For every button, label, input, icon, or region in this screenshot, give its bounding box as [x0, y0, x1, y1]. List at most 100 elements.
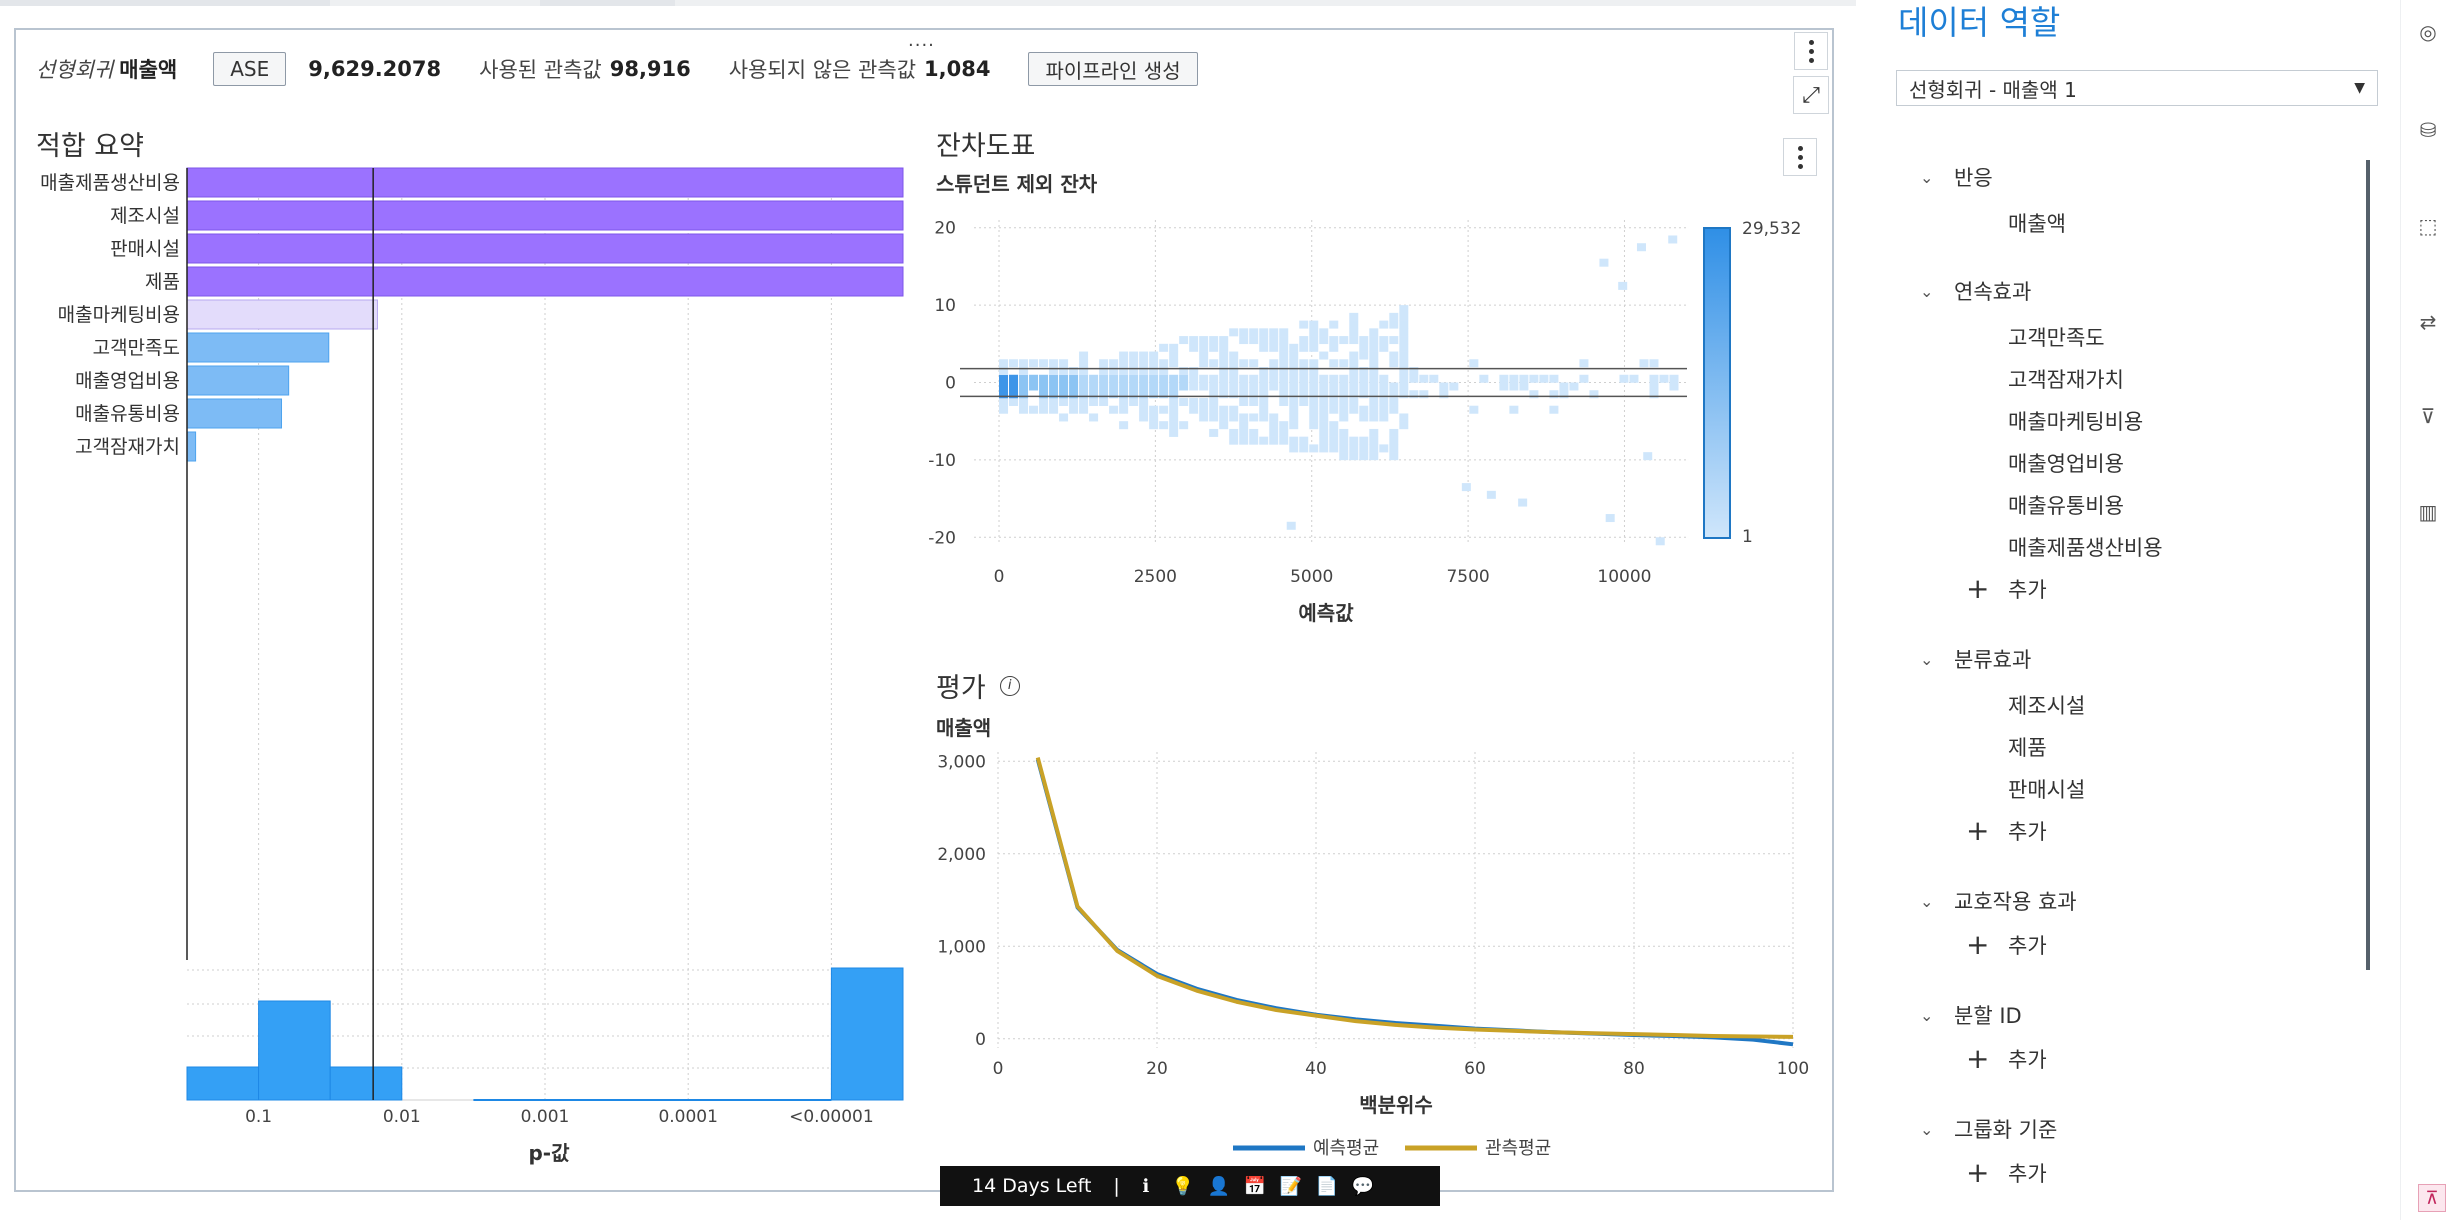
expand-icon[interactable]: ⤢	[1793, 76, 1829, 114]
chat-icon[interactable]: 💬	[1352, 1176, 1374, 1197]
role-item-continuous[interactable]: 매출마케팅비용	[1966, 406, 2143, 436]
add-classification-button[interactable]: + 추가	[1966, 816, 2047, 846]
section-partition[interactable]: ⌄ 분할 ID	[1920, 1000, 2022, 1030]
fit-bar[interactable]	[186, 167, 904, 198]
residual-x-tick: 7500	[1446, 567, 1489, 587]
residual-cell	[1139, 405, 1149, 414]
user-icon[interactable]: 👤	[1208, 1176, 1230, 1197]
palette-icon[interactable]: ◎	[2415, 20, 2441, 46]
section-label: 분할 ID	[1954, 1004, 2022, 1028]
pin-icon[interactable]: ⊼	[2418, 1184, 2446, 1212]
role-item-response[interactable]: 매출액	[1966, 208, 2066, 238]
residual-cell	[1259, 397, 1269, 406]
role-item-continuous[interactable]: 매출유통비용	[1966, 490, 2124, 520]
residual-cell	[1239, 436, 1249, 445]
residual-cell	[1259, 436, 1269, 445]
role-item-label: 매출유통비용	[2008, 494, 2124, 518]
residual-cell	[1389, 452, 1399, 461]
residual-cell	[1399, 374, 1409, 383]
histogram-bar[interactable]	[830, 967, 904, 1101]
residual-cell	[1279, 374, 1289, 383]
metric-button[interactable]: ASE	[213, 52, 287, 86]
fit-bar[interactable]	[186, 200, 904, 231]
fit-bar[interactable]	[186, 299, 378, 330]
residual-cell	[1179, 374, 1189, 383]
chevron-down-icon: ⌄	[1920, 167, 1934, 187]
fit-bar[interactable]	[186, 365, 290, 396]
role-item-label: 매출영업비용	[2008, 452, 2124, 476]
options-icon[interactable]: ⇄	[2415, 310, 2441, 336]
role-item-continuous[interactable]: 매출제품생산비용	[1966, 532, 2163, 562]
residual-cell	[1349, 351, 1359, 360]
fit-bar[interactable]	[186, 431, 197, 462]
section-classification[interactable]: ⌄ 분류효과	[1920, 644, 2031, 674]
info-icon[interactable]: i	[999, 675, 1020, 696]
select-icon[interactable]: ⬚	[2415, 214, 2441, 240]
add-groupby-button[interactable]: + 추가	[1966, 1158, 2047, 1188]
legend-label-predicted: 예측평균	[1313, 1138, 1379, 1159]
add-interaction-button[interactable]: + 추가	[1966, 930, 2047, 960]
pipeline-button[interactable]: 파이프라인 생성	[1028, 52, 1198, 86]
top-strip	[0, 0, 1856, 6]
info-icon[interactable]: ℹ	[1136, 1176, 1156, 1197]
drag-handle[interactable]: ....	[908, 30, 935, 51]
residual-cell	[1269, 343, 1279, 352]
object-menu-icon[interactable]	[1794, 32, 1828, 70]
role-item-continuous[interactable]: 고객만족도	[1966, 322, 2105, 352]
residual-cell	[1219, 382, 1229, 391]
role-item-classification[interactable]: 제조시설	[1966, 690, 2085, 720]
residual-cell	[1329, 320, 1339, 329]
fit-bar[interactable]	[186, 398, 283, 429]
residual-cell	[1249, 328, 1259, 337]
evaluation-title: 평가	[936, 673, 986, 704]
residual-cell	[1269, 374, 1279, 383]
role-item-classification[interactable]: 제품	[1966, 732, 2047, 762]
add-partition-button[interactable]: + 추가	[1966, 1044, 2047, 1074]
histogram-bar[interactable]	[329, 1066, 403, 1101]
residual-cell	[1059, 374, 1069, 383]
filter-icon[interactable]: ⊽	[2415, 404, 2441, 430]
residual-cell	[1029, 382, 1039, 391]
histogram-bar[interactable]	[186, 1066, 260, 1101]
section-groupby[interactable]: ⌄ 그룹화 기준	[1920, 1114, 2057, 1144]
fit-summary-chart: 매출제품생산비용제조시설판매시설제품매출마케팅비용고객만족도매출영업비용매출유통…	[40, 167, 904, 1165]
lightbulb-icon[interactable]: 💡	[1172, 1176, 1194, 1197]
role-item-classification[interactable]: 판매시설	[1966, 774, 2085, 804]
residual-cell	[1319, 351, 1329, 360]
residual-cell	[1239, 421, 1249, 430]
histogram-bar[interactable]	[258, 1000, 331, 1101]
right-panel-scrollbar[interactable]	[2366, 160, 2370, 970]
residual-cell	[1579, 374, 1589, 383]
fit-bar[interactable]	[186, 233, 904, 264]
role-item-continuous[interactable]: 고객잠재가치	[1966, 364, 2124, 394]
evaluation-series-line[interactable]	[1035, 757, 1794, 1039]
residual-cell	[1289, 351, 1299, 360]
residual-cell	[1339, 413, 1349, 422]
fit-variable-label: 매출유통비용	[75, 403, 180, 425]
residual-cell	[1449, 382, 1459, 391]
data-icon[interactable]: ⛁	[2415, 118, 2441, 144]
trial-days-left: 14 Days Left	[972, 1175, 1092, 1197]
model-select[interactable]: 선형회귀 - 매출액 1 ▼	[1896, 70, 2378, 106]
residual-menu-icon[interactable]	[1783, 138, 1817, 176]
fit-bar[interactable]	[186, 266, 904, 297]
residual-cell	[1229, 382, 1239, 391]
residual-x-tick: 0	[994, 567, 1005, 587]
residual-cell	[1486, 490, 1496, 499]
add-continuous-button[interactable]: + 추가	[1966, 574, 2047, 604]
evaluation-series-line[interactable]	[1035, 758, 1794, 1047]
chart-type-icon[interactable]: ▥	[2415, 500, 2441, 526]
residual-cell	[1379, 320, 1389, 329]
residual-cell	[1399, 343, 1409, 352]
residual-cell	[1349, 452, 1359, 461]
section-continuous[interactable]: ⌄ 연속효과	[1920, 276, 2031, 306]
section-interaction[interactable]: ⌄ 교호작용 효과	[1920, 886, 2077, 916]
fit-bar[interactable]	[186, 332, 330, 363]
document-icon[interactable]: 📄	[1316, 1176, 1338, 1197]
certificate-icon[interactable]: 📝	[1280, 1176, 1302, 1197]
residual-cell	[1129, 397, 1139, 406]
section-response[interactable]: ⌄ 반응	[1920, 162, 1993, 192]
residual-cell	[1139, 359, 1149, 368]
calendar-icon[interactable]: 📅	[1244, 1176, 1266, 1197]
role-item-continuous[interactable]: 매출영업비용	[1966, 448, 2124, 478]
